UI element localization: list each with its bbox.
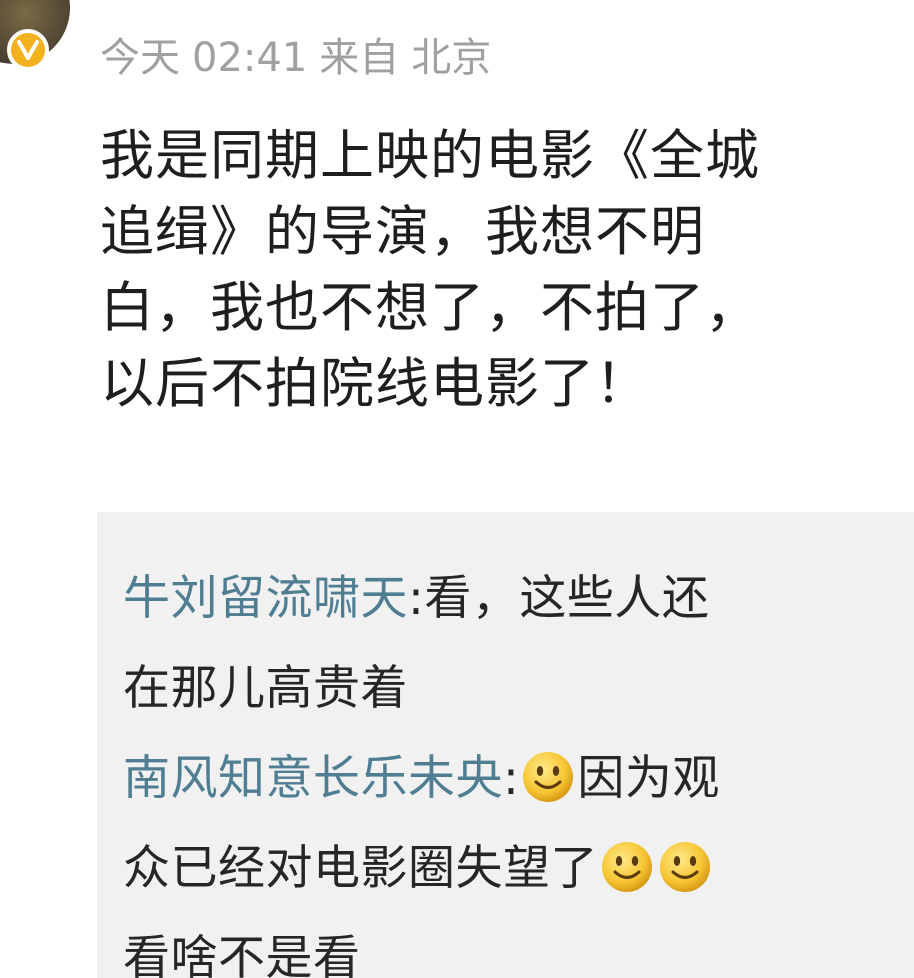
post-line: 白，我也不想了，不拍了， — [100, 276, 760, 339]
post-time: 02:41 — [192, 35, 308, 81]
reply-text: 因为观 — [577, 751, 720, 806]
smile-emoji-icon — [523, 752, 574, 802]
post-line: 以后不拍院线电影了！ — [100, 352, 650, 415]
reply-separator: : — [503, 751, 520, 806]
reply-text: 看啥不是看 — [123, 931, 361, 978]
reply-separator: : — [408, 571, 425, 626]
post-source-location: 北京 — [411, 35, 492, 81]
post-line: 追缉》的导演，我想不明 — [100, 200, 705, 263]
reply-text: 看，这些人还 — [424, 571, 710, 626]
reply-author[interactable]: 牛刘留流啸天 — [123, 571, 408, 626]
reply-author[interactable]: 南风知意长乐未央 — [123, 751, 503, 806]
post-text: 我是同期上映的电影《全城 追缉》的导演，我想不明 白，我也不想了，不拍了， 以后… — [100, 118, 900, 422]
vip-badge-icon — [7, 29, 49, 71]
post-meta: 今天 02:41 来自 北京 — [100, 28, 503, 88]
replies-box[interactable]: 牛刘留流啸天:看，这些人还 在那儿高贵着 南风知意长乐未央: 因为观 众已经对电… — [97, 512, 914, 978]
reply-item[interactable]: 看啥不是看 — [123, 914, 883, 978]
post-source-prefix: 来自 — [319, 35, 400, 81]
smile-emoji-icon — [660, 842, 710, 892]
reply-text: 在那儿高贵着 — [123, 661, 408, 716]
reply-item[interactable]: 牛刘留流啸天:看，这些人还 在那儿高贵着 — [123, 554, 883, 734]
reply-text: 众已经对电影圈失望了 — [123, 841, 598, 896]
post-line: 我是同期上映的电影《全城 — [100, 124, 760, 187]
reply-item[interactable]: 南风知意长乐未央: 因为观 众已经对电影圈失望了 — [123, 734, 883, 914]
smile-emoji-icon — [602, 842, 652, 892]
post-date: 今天 — [100, 35, 180, 81]
